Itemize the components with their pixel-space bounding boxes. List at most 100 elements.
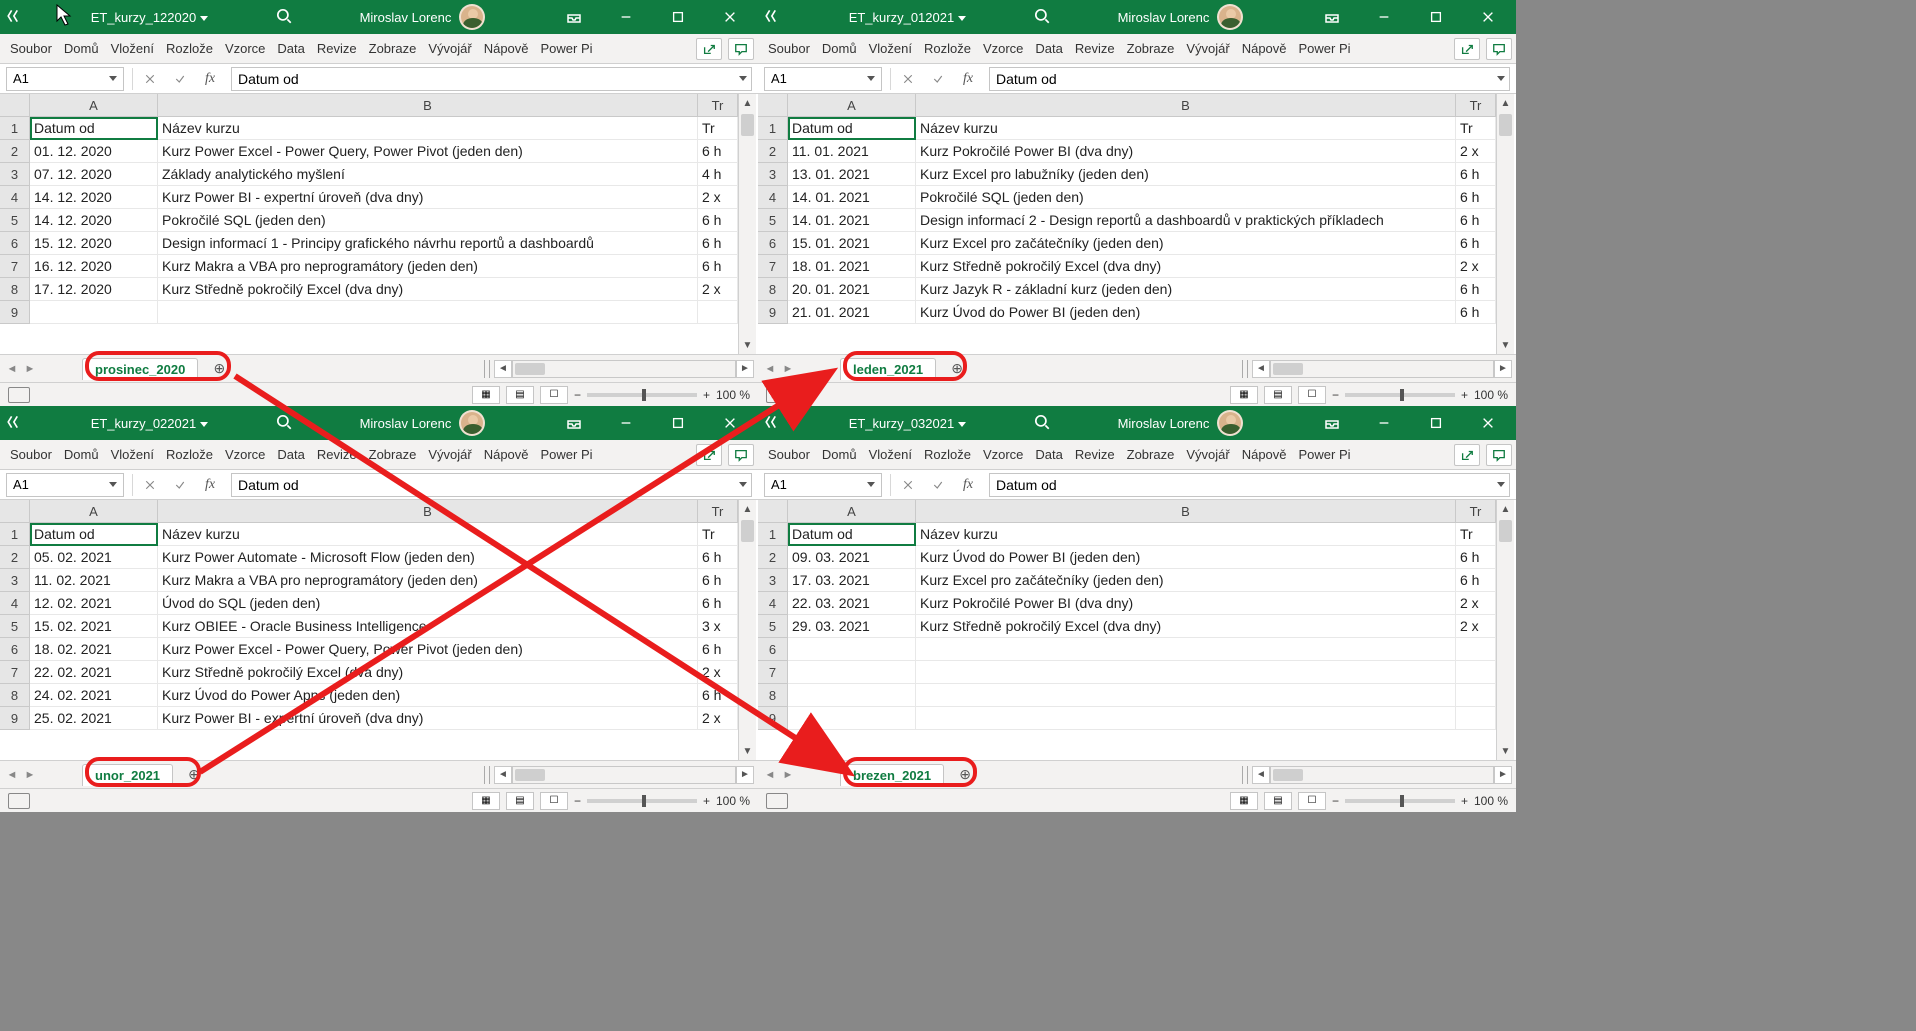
cell-C4[interactable]: 2 x bbox=[1456, 592, 1496, 615]
cell-A9[interactable] bbox=[30, 301, 158, 324]
zoom-control[interactable]: − + 100 % bbox=[1332, 388, 1508, 402]
fx-icon[interactable]: fx bbox=[953, 67, 983, 91]
record-macro-icon[interactable] bbox=[8, 793, 30, 809]
row-header-9[interactable]: 9 bbox=[0, 301, 30, 324]
ribbon-tab-vzorce[interactable]: Vzorce bbox=[219, 440, 271, 470]
formula-input[interactable]: Datum od bbox=[231, 473, 752, 497]
sheet-nav-next-icon[interactable]: ► bbox=[22, 766, 38, 784]
avatar[interactable] bbox=[1217, 410, 1243, 436]
cell-C5[interactable]: 2 x bbox=[1456, 615, 1496, 638]
row-header-9[interactable]: 9 bbox=[758, 707, 788, 730]
cell-B1[interactable]: Název kurzu bbox=[916, 117, 1456, 140]
cell-C5[interactable]: 6 h bbox=[1456, 209, 1496, 232]
name-box[interactable]: A1 bbox=[6, 67, 124, 91]
cell-C9[interactable]: 6 h bbox=[1456, 301, 1496, 324]
cell-C4[interactable]: 6 h bbox=[1456, 186, 1496, 209]
view-normal-button[interactable]: ▦ bbox=[472, 792, 500, 810]
ribbon-tab-soubor[interactable]: Soubor bbox=[762, 34, 816, 64]
ribbon-tab-vložení[interactable]: Vložení bbox=[863, 440, 918, 470]
cell-C9[interactable] bbox=[698, 301, 738, 324]
zoom-percent[interactable]: 100 % bbox=[1474, 794, 1508, 808]
cell-A8[interactable]: 24. 02. 2021 bbox=[30, 684, 158, 707]
comments-button[interactable] bbox=[728, 38, 754, 60]
cell-C2[interactable]: 6 h bbox=[698, 546, 738, 569]
horizontal-scrollbar[interactable]: ◄► bbox=[484, 766, 754, 784]
cell-C8[interactable]: 6 h bbox=[698, 684, 738, 707]
row-header-8[interactable]: 8 bbox=[758, 684, 788, 707]
cell-B2[interactable]: Kurz Úvod do Power BI (jeden den) bbox=[916, 546, 1456, 569]
cancel-formula-button[interactable] bbox=[893, 473, 923, 497]
scroll-down-icon[interactable]: ▼ bbox=[739, 336, 756, 354]
ribbon-tab-vložení[interactable]: Vložení bbox=[105, 34, 160, 64]
titlebar[interactable]: ET_kurzy_022021 Miroslav Lorenc bbox=[0, 406, 758, 440]
col-header-B[interactable]: B bbox=[158, 500, 698, 523]
close-button[interactable] bbox=[708, 0, 752, 34]
close-button[interactable] bbox=[1466, 406, 1510, 440]
cell-B4[interactable]: Úvod do SQL (jeden den) bbox=[158, 592, 698, 615]
cell-A5[interactable]: 29. 03. 2021 bbox=[788, 615, 916, 638]
vertical-scrollbar[interactable]: ▲ ▼ bbox=[1496, 500, 1514, 760]
cell-B2[interactable]: Kurz Pokročilé Power BI (dva dny) bbox=[916, 140, 1456, 163]
row-header-7[interactable]: 7 bbox=[0, 255, 30, 278]
cell-C4[interactable]: 2 x bbox=[698, 186, 738, 209]
row-header-1[interactable]: 1 bbox=[758, 523, 788, 546]
zoom-in-button[interactable]: + bbox=[1461, 388, 1468, 402]
sheet-nav-prev-icon[interactable]: ◄ bbox=[762, 766, 778, 784]
cell-A3[interactable]: 07. 12. 2020 bbox=[30, 163, 158, 186]
ribbon-tab-vzorce[interactable]: Vzorce bbox=[977, 34, 1029, 64]
cell-A3[interactable]: 13. 01. 2021 bbox=[788, 163, 916, 186]
enter-formula-button[interactable] bbox=[165, 473, 195, 497]
record-macro-icon[interactable] bbox=[766, 387, 788, 403]
cell-C8[interactable] bbox=[1456, 684, 1496, 707]
overflow-icon[interactable] bbox=[764, 7, 782, 28]
cell-A6[interactable]: 15. 01. 2021 bbox=[788, 232, 916, 255]
view-pagebreak-button[interactable]: ☐ bbox=[1298, 386, 1326, 404]
titlebar[interactable]: ET_kurzy_012021 Miroslav Lorenc bbox=[758, 0, 1516, 34]
cell-A9[interactable]: 25. 02. 2021 bbox=[30, 707, 158, 730]
cell-B6[interactable]: Design informací 1 - Principy grafického… bbox=[158, 232, 698, 255]
cell-A4[interactable]: 12. 02. 2021 bbox=[30, 592, 158, 615]
maximize-button[interactable] bbox=[1414, 0, 1458, 34]
scroll-down-icon[interactable]: ▼ bbox=[739, 742, 756, 760]
cell-B7[interactable]: Kurz Středně pokročilý Excel (dva dny) bbox=[158, 661, 698, 684]
sheet-nav-next-icon[interactable]: ► bbox=[780, 360, 796, 378]
row-header-5[interactable]: 5 bbox=[758, 615, 788, 638]
ribbon-tab-rozlože[interactable]: Rozlože bbox=[160, 440, 219, 470]
worksheet-grid[interactable]: ABTr1Datum odNázev kurzuTr205. 02. 2021K… bbox=[0, 500, 758, 760]
cell-C6[interactable]: 6 h bbox=[1456, 232, 1496, 255]
fx-icon[interactable]: fx bbox=[195, 67, 225, 91]
cell-A4[interactable]: 14. 12. 2020 bbox=[30, 186, 158, 209]
ribbon-tab-soubor[interactable]: Soubor bbox=[762, 440, 816, 470]
cell-B6[interactable] bbox=[916, 638, 1456, 661]
ribbon-tab-data[interactable]: Data bbox=[1029, 34, 1068, 64]
cell-B7[interactable]: Kurz Středně pokročilý Excel (dva dny) bbox=[916, 255, 1456, 278]
cell-B8[interactable]: Kurz Jazyk R - základní kurz (jeden den) bbox=[916, 278, 1456, 301]
cell-B4[interactable]: Pokročilé SQL (jeden den) bbox=[916, 186, 1456, 209]
cell-C7[interactable]: 2 x bbox=[1456, 255, 1496, 278]
search-icon[interactable] bbox=[1033, 413, 1051, 434]
cell-C2[interactable]: 6 h bbox=[698, 140, 738, 163]
ribbon-tab-nápově[interactable]: Nápově bbox=[1236, 440, 1293, 470]
share-button[interactable] bbox=[696, 444, 722, 466]
cell-A9[interactable] bbox=[788, 707, 916, 730]
cell-C9[interactable]: 2 x bbox=[698, 707, 738, 730]
ribbon-display-icon[interactable] bbox=[1310, 0, 1354, 34]
ribbon-tab-domů[interactable]: Domů bbox=[816, 440, 863, 470]
scroll-up-icon[interactable]: ▲ bbox=[1497, 94, 1514, 112]
cell-A7[interactable]: 22. 02. 2021 bbox=[30, 661, 158, 684]
cell-C5[interactable]: 6 h bbox=[698, 209, 738, 232]
ribbon-tab-soubor[interactable]: Soubor bbox=[4, 440, 58, 470]
cell-A6[interactable] bbox=[788, 638, 916, 661]
cell-B5[interactable]: Pokročilé SQL (jeden den) bbox=[158, 209, 698, 232]
ribbon-tab-zobraze[interactable]: Zobraze bbox=[363, 34, 423, 64]
minimize-button[interactable] bbox=[604, 0, 648, 34]
ribbon-tab-power pi[interactable]: Power Pi bbox=[1293, 34, 1357, 64]
cell-C1[interactable]: Tr bbox=[1456, 523, 1496, 546]
enter-formula-button[interactable] bbox=[165, 67, 195, 91]
ribbon-display-icon[interactable] bbox=[1310, 406, 1354, 440]
zoom-in-button[interactable]: + bbox=[1461, 794, 1468, 808]
cell-B6[interactable]: Kurz Power Excel - Power Query, Power Pi… bbox=[158, 638, 698, 661]
cell-C1[interactable]: Tr bbox=[1456, 117, 1496, 140]
row-header-6[interactable]: 6 bbox=[758, 638, 788, 661]
ribbon-display-icon[interactable] bbox=[552, 0, 596, 34]
